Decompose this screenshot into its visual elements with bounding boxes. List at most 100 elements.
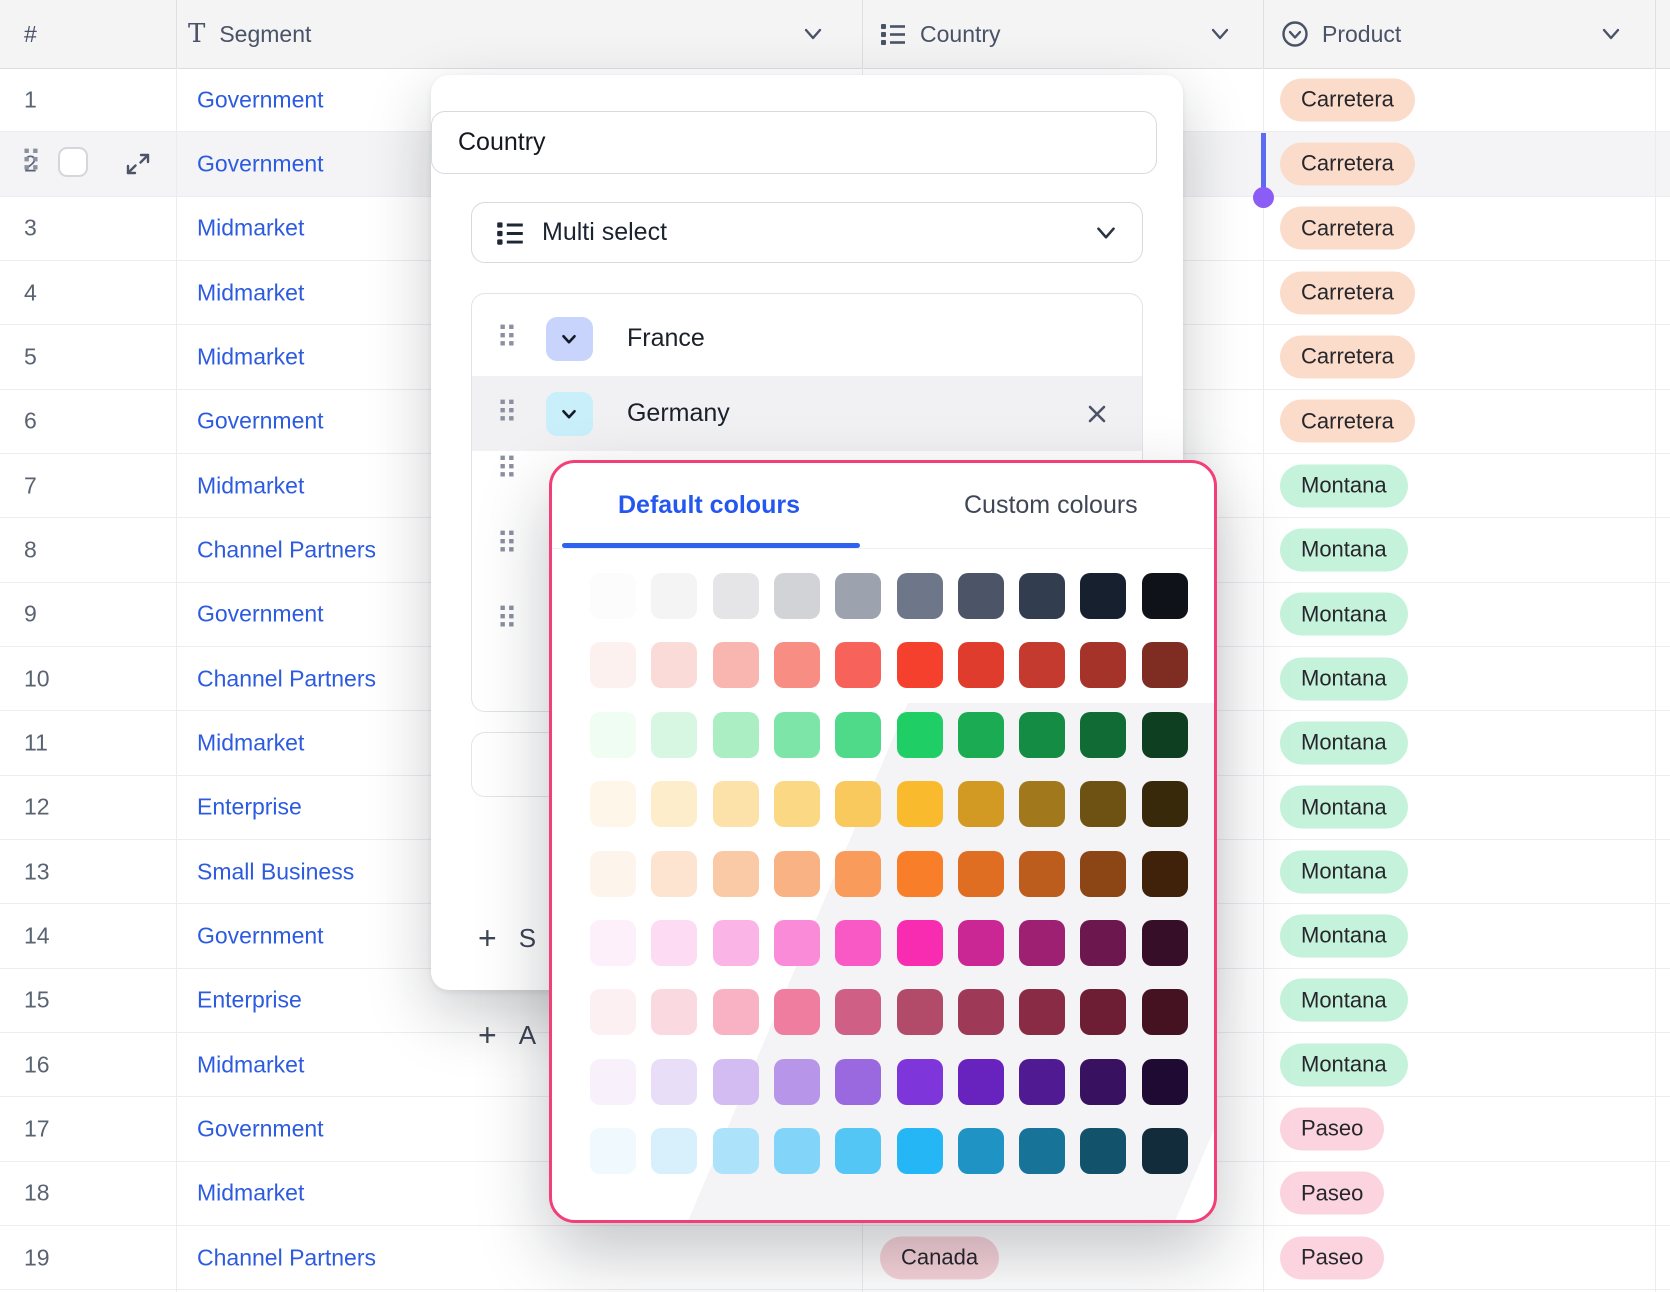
color-swatch[interactable] xyxy=(651,573,697,619)
color-swatch[interactable] xyxy=(897,712,943,758)
color-swatch[interactable] xyxy=(651,642,697,688)
option-color-button[interactable] xyxy=(546,392,593,436)
color-swatch[interactable] xyxy=(713,920,759,966)
color-swatch[interactable] xyxy=(897,851,943,897)
color-swatch[interactable] xyxy=(1019,781,1065,827)
color-swatch[interactable] xyxy=(958,1059,1004,1105)
color-swatch[interactable] xyxy=(651,920,697,966)
color-swatch[interactable] xyxy=(713,573,759,619)
color-swatch[interactable] xyxy=(897,573,943,619)
color-swatch[interactable] xyxy=(590,1128,636,1174)
color-swatch[interactable] xyxy=(651,1128,697,1174)
country-chip[interactable]: Canada xyxy=(880,1236,999,1279)
color-swatch[interactable] xyxy=(774,989,820,1035)
color-swatch[interactable] xyxy=(835,851,881,897)
product-chip[interactable]: Carretera xyxy=(1280,142,1415,185)
color-swatch[interactable] xyxy=(1142,1059,1188,1105)
color-swatch[interactable] xyxy=(713,1059,759,1105)
color-swatch[interactable] xyxy=(590,1059,636,1105)
color-swatch[interactable] xyxy=(1142,851,1188,897)
color-swatch[interactable] xyxy=(1080,920,1126,966)
color-swatch[interactable] xyxy=(1019,573,1065,619)
option-drag-handle-icon[interactable]: ⠿ xyxy=(496,530,518,560)
option-drag-handle-icon[interactable]: ⠿ xyxy=(496,605,518,635)
color-swatch[interactable] xyxy=(1142,781,1188,827)
color-swatch[interactable] xyxy=(1142,989,1188,1035)
color-swatch[interactable] xyxy=(835,712,881,758)
color-swatch[interactable] xyxy=(774,1128,820,1174)
color-swatch[interactable] xyxy=(835,989,881,1035)
segment-cell-value[interactable]: Channel Partners xyxy=(197,536,376,563)
color-swatch[interactable] xyxy=(774,1059,820,1105)
segment-cell-value[interactable]: Midmarket xyxy=(197,1051,304,1078)
segment-cell-value[interactable]: Channel Partners xyxy=(197,665,376,692)
color-swatch[interactable] xyxy=(1019,1059,1065,1105)
color-swatch[interactable] xyxy=(590,712,636,758)
segment-cell-value[interactable]: Midmarket xyxy=(197,343,304,370)
product-chip[interactable]: Montana xyxy=(1280,528,1408,571)
color-swatch[interactable] xyxy=(958,781,1004,827)
color-swatch[interactable] xyxy=(713,642,759,688)
product-chip[interactable]: Montana xyxy=(1280,593,1408,636)
segment-cell-value[interactable]: Government xyxy=(197,408,324,435)
product-chip[interactable]: Montana xyxy=(1280,657,1408,700)
color-swatch[interactable] xyxy=(590,642,636,688)
product-chip[interactable]: Paseo xyxy=(1280,1107,1384,1150)
product-chip[interactable]: Montana xyxy=(1280,850,1408,893)
segment-cell-value[interactable]: Enterprise xyxy=(197,987,302,1014)
color-swatch[interactable] xyxy=(1080,642,1126,688)
color-swatch[interactable] xyxy=(1019,712,1065,758)
color-swatch[interactable] xyxy=(1142,573,1188,619)
product-chip[interactable]: Montana xyxy=(1280,786,1408,829)
select-option-row[interactable]: ⠿Germany xyxy=(472,376,1142,451)
color-swatch[interactable] xyxy=(713,712,759,758)
color-swatch[interactable] xyxy=(651,1059,697,1105)
field-name-input[interactable] xyxy=(431,111,1157,174)
color-swatch[interactable] xyxy=(1080,989,1126,1035)
color-swatch[interactable] xyxy=(958,642,1004,688)
color-swatch[interactable] xyxy=(774,642,820,688)
select-option-row[interactable]: ⠿France xyxy=(472,301,1142,376)
popup-action-button[interactable]: + S xyxy=(478,922,536,954)
color-swatch[interactable] xyxy=(651,851,697,897)
color-swatch[interactable] xyxy=(774,573,820,619)
product-chip[interactable]: Paseo xyxy=(1280,1236,1384,1279)
product-chip[interactable]: Montana xyxy=(1280,914,1408,957)
color-swatch[interactable] xyxy=(958,851,1004,897)
segment-cell-value[interactable]: Government xyxy=(197,601,324,628)
color-swatch[interactable] xyxy=(713,1128,759,1174)
option-drag-handle-icon[interactable]: ⠿ xyxy=(496,455,518,485)
color-swatch[interactable] xyxy=(958,920,1004,966)
color-swatch[interactable] xyxy=(835,642,881,688)
popup-action-button[interactable]: + A xyxy=(478,1019,536,1051)
product-chip[interactable]: Montana xyxy=(1280,721,1408,764)
color-swatch[interactable] xyxy=(1142,642,1188,688)
color-swatch[interactable] xyxy=(897,642,943,688)
color-swatch[interactable] xyxy=(1080,573,1126,619)
product-chip[interactable]: Montana xyxy=(1280,979,1408,1022)
field-type-select[interactable]: Multi select xyxy=(471,202,1143,263)
color-swatch[interactable] xyxy=(651,781,697,827)
segment-cell-value[interactable]: Midmarket xyxy=(197,472,304,499)
chevron-down-icon[interactable] xyxy=(800,21,826,47)
color-swatch[interactable] xyxy=(774,781,820,827)
segment-cell-value[interactable]: Midmarket xyxy=(197,215,304,242)
column-header-segment[interactable]: T Segment xyxy=(188,0,848,68)
color-swatch[interactable] xyxy=(835,1059,881,1105)
color-swatch[interactable] xyxy=(774,920,820,966)
segment-cell-value[interactable]: Midmarket xyxy=(197,279,304,306)
segment-cell-value[interactable]: Small Business xyxy=(197,858,354,885)
row-drag-handle-icon[interactable]: ⠿ xyxy=(20,148,42,178)
color-swatch[interactable] xyxy=(713,781,759,827)
color-swatch[interactable] xyxy=(774,851,820,897)
product-chip[interactable]: Montana xyxy=(1280,1043,1408,1086)
color-swatch[interactable] xyxy=(713,851,759,897)
column-header-product[interactable]: Product xyxy=(1280,0,1648,68)
remove-option-icon[interactable] xyxy=(1082,399,1112,429)
color-swatch[interactable] xyxy=(590,573,636,619)
color-swatch[interactable] xyxy=(958,989,1004,1035)
segment-cell-value[interactable]: Enterprise xyxy=(197,794,302,821)
segment-cell-value[interactable]: Midmarket xyxy=(197,729,304,756)
color-swatch[interactable] xyxy=(651,989,697,1035)
product-chip[interactable]: Carretera xyxy=(1280,207,1415,250)
